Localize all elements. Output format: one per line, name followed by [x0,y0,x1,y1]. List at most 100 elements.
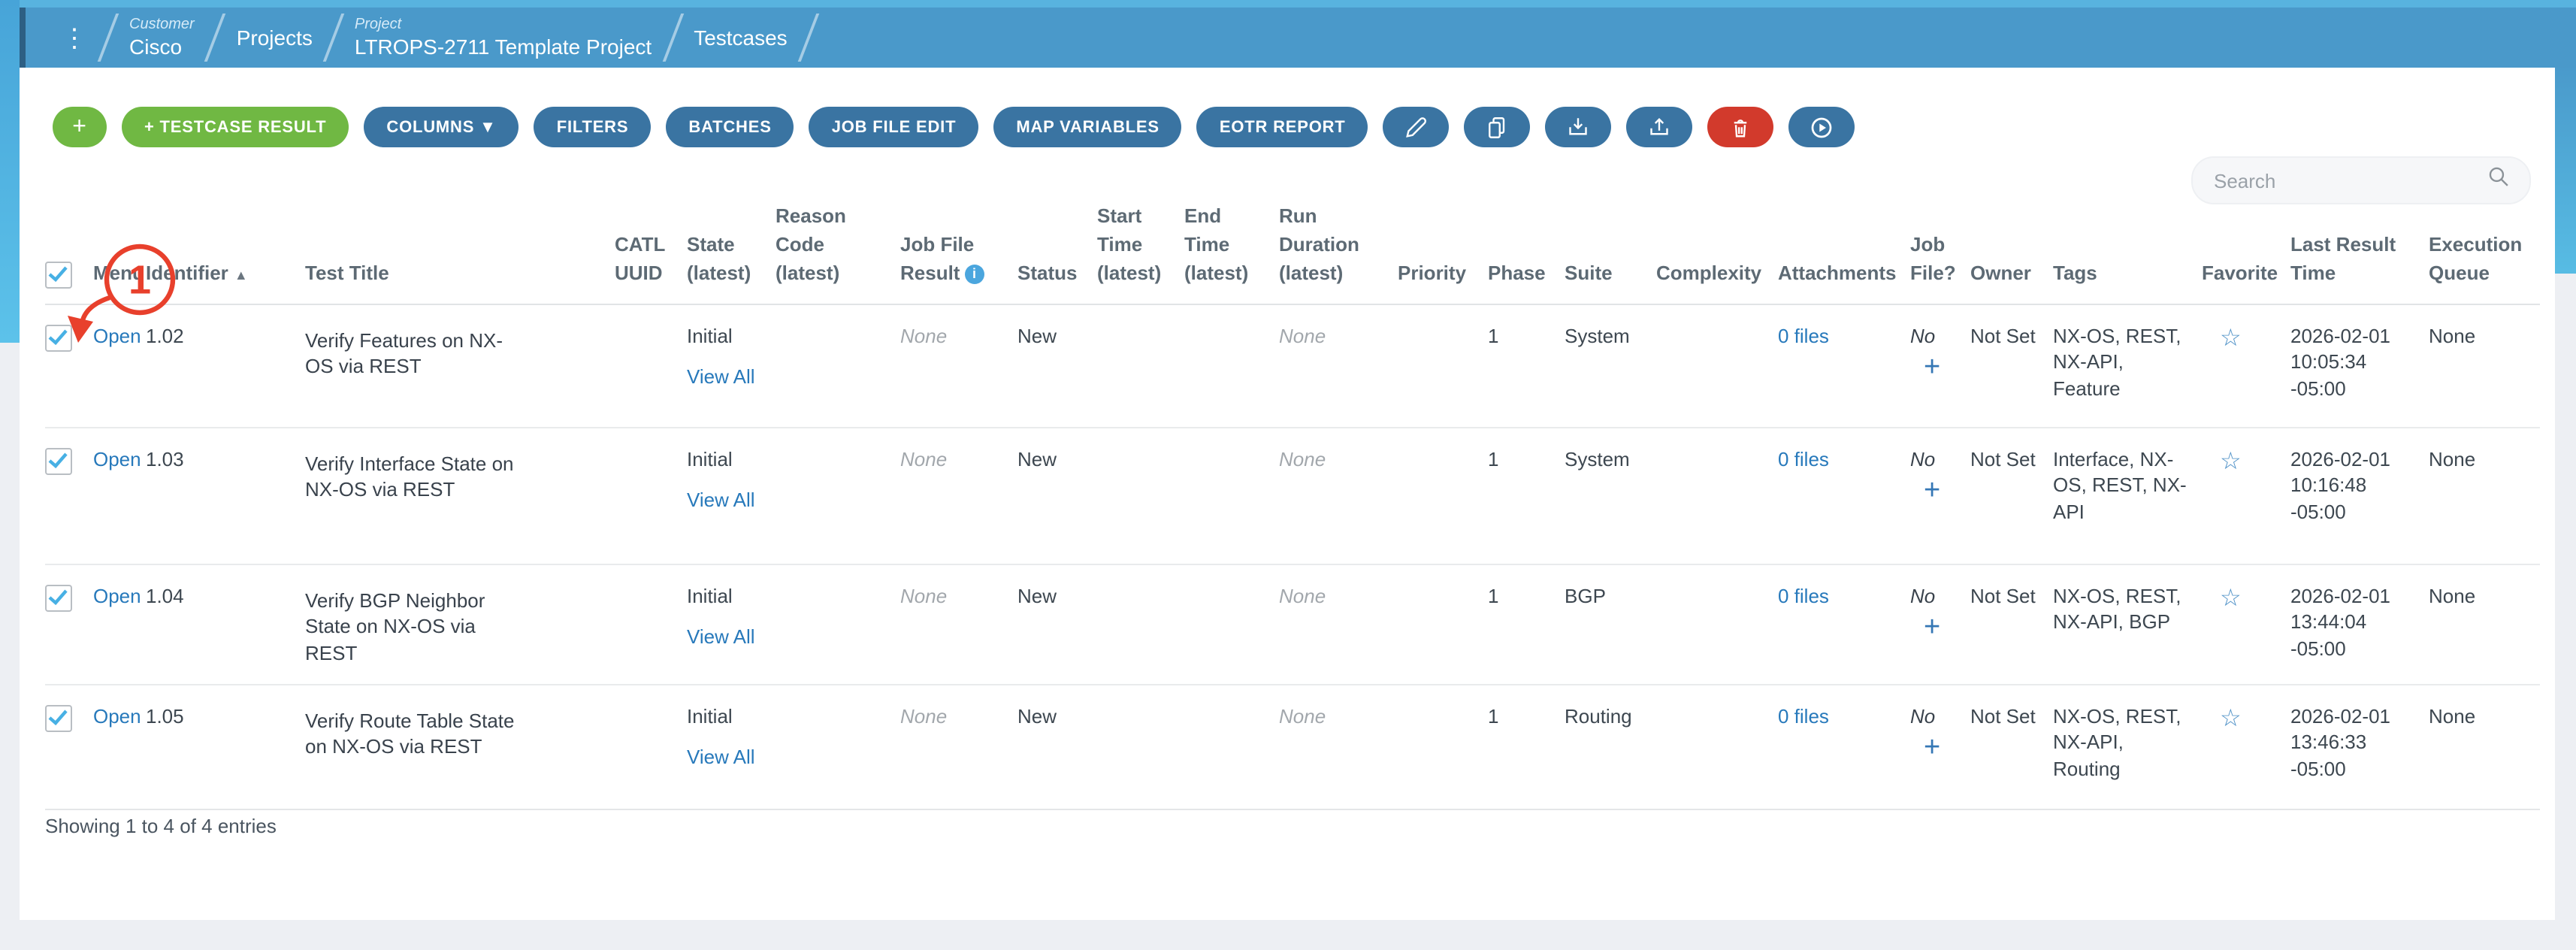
col-header-catl-uuid[interactable]: CATL UUID [615,203,687,304]
favorite-star-icon[interactable]: ☆ [2220,446,2242,478]
cell-identifier: 1.05 [146,684,305,809]
favorite-star-icon[interactable]: ☆ [2220,703,2242,735]
col-header-menu[interactable]: Menu [93,203,146,304]
map-variables-button[interactable]: MAP VARIABLES [993,107,1182,147]
cell-end-time [1184,684,1279,809]
breadcrumb-item-project[interactable]: Project LTROPS-2711 Template Project [355,17,652,58]
open-link[interactable]: Open [93,704,141,727]
cell-identifier: 1.04 [146,564,305,684]
col-header-last-result-time[interactable]: Last Result Time [2290,203,2429,304]
cell-complexity [1656,564,1778,684]
col-header-run-duration[interactable]: Run Duration (latest) [1279,203,1398,304]
breadcrumb-item-projects[interactable]: Projects [237,26,313,50]
columns-dropdown-button[interactable]: COLUMNS ▼ [364,107,519,147]
breadcrumb-eyebrow: Project [355,17,652,34]
search-input[interactable] [2211,168,2486,193]
col-header-state[interactable]: State (latest) [687,203,776,304]
add-button[interactable]: + [53,107,107,147]
delete-button[interactable] [1708,107,1774,147]
col-header-job-file-result[interactable]: Job File Resulti [900,203,1017,304]
kebab-menu-icon[interactable]: ⋮ [62,25,87,50]
breadcrumb-item-testcases[interactable]: Testcases [694,26,788,50]
select-all-checkbox[interactable] [45,261,72,288]
col-header-attachments[interactable]: Attachments [1778,203,1910,304]
row-checkbox[interactable] [45,584,72,611]
job-file-edit-button[interactable]: JOB FILE EDIT [809,107,979,147]
filters-button[interactable]: FILTERS [534,107,652,147]
cell-suite: System [1565,427,1656,564]
cell-tags: Interface, NX-OS, REST, NX-API [2053,446,2188,525]
view-all-link[interactable]: View All [687,625,755,648]
view-all-link[interactable]: View All [687,746,755,768]
cell-complexity [1656,427,1778,564]
col-header-status[interactable]: Status [1017,203,1097,304]
cell-end-time [1184,427,1279,564]
cell-start-time [1097,427,1184,564]
favorite-star-icon[interactable]: ☆ [2220,322,2242,355]
open-link[interactable]: Open [93,324,141,346]
col-header-favorite[interactable]: Favorite [2202,203,2290,304]
cell-run-duration: None [1279,324,1326,346]
add-job-file-button[interactable]: + [1924,477,1958,505]
cell-run-duration: None [1279,584,1326,607]
cell-end-time [1184,304,1279,427]
view-all-link[interactable]: View All [687,365,755,388]
cell-identifier: 1.03 [146,427,305,564]
row-checkbox[interactable] [45,447,72,474]
col-header-reason-code[interactable]: Reason Code (latest) [776,203,900,304]
cell-test-title: Verify Interface State on NX-OS via REST [305,450,519,503]
open-link[interactable]: Open [93,584,141,607]
add-testcase-result-button[interactable]: + TESTCASE RESULT [122,107,349,147]
open-link[interactable]: Open [93,447,141,470]
add-job-file-button[interactable]: + [1924,613,1958,642]
select-all-header [45,203,93,304]
info-icon[interactable]: i [964,264,984,283]
favorite-star-icon[interactable]: ☆ [2220,582,2242,615]
col-header-test-title[interactable]: Test Title [305,203,615,304]
edit-button[interactable] [1383,107,1450,147]
col-header-start-time[interactable]: Start Time (latest) [1097,203,1184,304]
download-button[interactable] [1546,107,1612,147]
breadcrumb-label: Projects [237,26,313,50]
sort-asc-icon: ▲ [234,267,248,282]
duplicate-button[interactable] [1465,107,1531,147]
cell-status: New [1017,427,1097,564]
row-checkbox[interactable] [45,324,72,351]
cell-owner: Not Set [1970,304,2053,427]
add-job-file-button[interactable]: + [1924,353,1958,382]
attachments-link[interactable]: 0 files [1778,447,1829,470]
cell-job-file-result: None [900,447,947,470]
breadcrumb: ⋮ Customer Cisco Projects Project LTROPS… [20,8,2576,68]
breadcrumb-separator [662,14,684,62]
cell-start-time [1097,564,1184,684]
cell-last-result-time: 2026-02-01 10:16:48 -05:00 [2290,446,2411,525]
toolbar: + + TESTCASE RESULT COLUMNS ▼ FILTERS BA… [53,107,1855,147]
cell-state: Initial [687,322,763,349]
col-header-execution-queue[interactable]: Execution Queue [2429,203,2540,304]
attachments-link[interactable]: 0 files [1778,584,1829,607]
row-checkbox[interactable] [45,704,72,731]
view-all-link[interactable]: View All [687,489,755,511]
top-edge-strip [0,0,2576,8]
right-scrollbar-thumb[interactable] [2555,68,2576,274]
table-row: Open 1.02 Verify Features on NX-OS via R… [45,304,2540,427]
breadcrumb-item-customer[interactable]: Customer Cisco [129,17,195,58]
col-header-job-file[interactable]: Job File? [1910,203,1970,304]
eotr-report-button[interactable]: EOTR REPORT [1197,107,1368,147]
col-header-owner[interactable]: Owner [1970,203,2053,304]
run-button[interactable] [1789,107,1855,147]
col-header-tags[interactable]: Tags [2053,203,2202,304]
batches-button[interactable]: BATCHES [666,107,794,147]
col-header-complexity[interactable]: Complexity [1656,203,1778,304]
attachments-link[interactable]: 0 files [1778,704,1829,727]
add-job-file-button[interactable]: + [1924,734,1958,762]
upload-button[interactable] [1627,107,1693,147]
col-header-identifier[interactable]: Identifier▲ [146,203,305,304]
search-icon[interactable] [2486,164,2511,197]
col-header-priority[interactable]: Priority [1398,203,1488,304]
col-header-suite[interactable]: Suite [1565,203,1656,304]
attachments-link[interactable]: 0 files [1778,324,1829,346]
cell-execution-queue: None [2429,684,2540,809]
col-header-end-time[interactable]: End Time (latest) [1184,203,1279,304]
col-header-phase[interactable]: Phase [1488,203,1565,304]
